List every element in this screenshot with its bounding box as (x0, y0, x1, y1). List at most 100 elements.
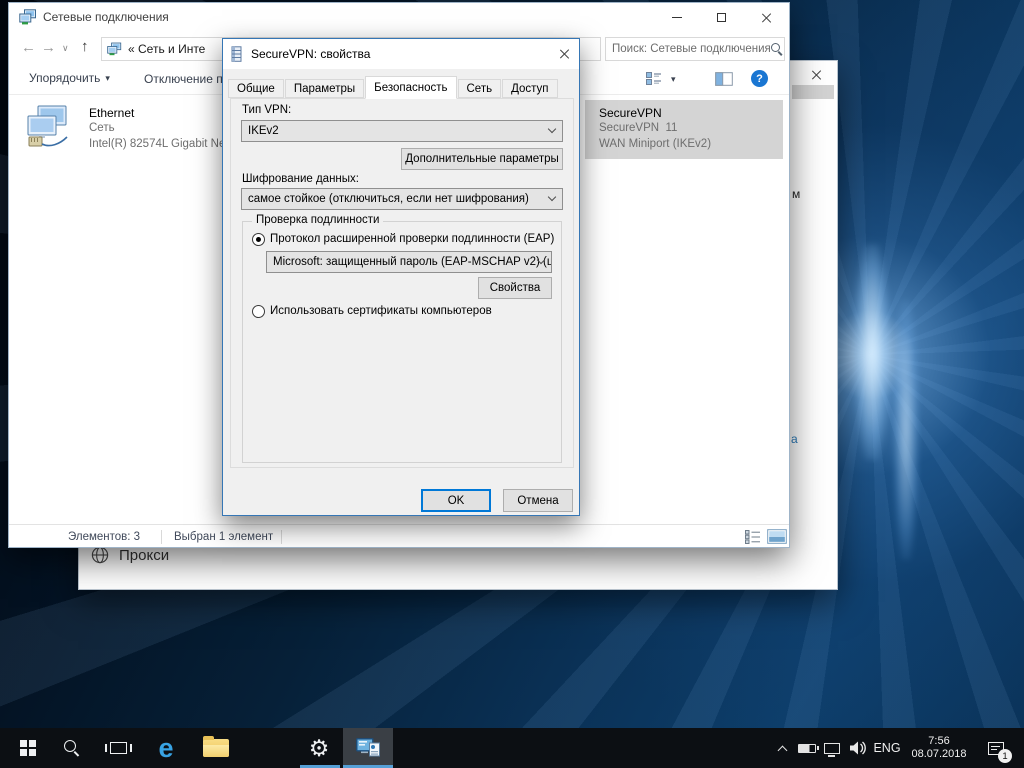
start-button[interactable] (8, 728, 48, 768)
folder-icon (203, 739, 229, 757)
chevron-down-icon (548, 125, 556, 133)
minimize-button[interactable] (654, 3, 699, 32)
globe-icon (91, 546, 109, 564)
wallpaper-beam (893, 300, 919, 560)
search-icon (771, 43, 778, 56)
wallpaper-beam (854, 244, 890, 460)
settings-text-fragment: м (792, 187, 800, 201)
clock-date: 08.07.2018 (911, 748, 966, 761)
settings-close-icon[interactable] (811, 69, 823, 81)
tab-general[interactable]: Общие (228, 79, 284, 98)
ethernet-icon (26, 104, 72, 148)
connection-name: Ethernet (89, 106, 134, 120)
details-view-button[interactable] (745, 530, 761, 544)
view-caret-icon[interactable]: ▾ (671, 74, 676, 85)
advanced-settings-button[interactable]: Дополнительные параметры (401, 148, 563, 170)
vpn-type-value: IKEv2 (248, 125, 279, 137)
network-connections-app-icon (356, 738, 381, 758)
securevpn-item[interactable]: SecureVPN SecureVPN 11 WAN Miniport (IKE… (585, 100, 783, 159)
window-title: Сетевые подключения (43, 10, 169, 24)
windows-logo-icon (20, 740, 36, 756)
dialog-close-icon[interactable] (559, 48, 571, 60)
cancel-button[interactable]: Отмена (503, 489, 573, 512)
desktop: м а Прокси (0, 0, 1024, 768)
eap-method-combobox[interactable]: Microsoft: защищенный пароль (EAP-MSCHAP… (266, 251, 552, 273)
preview-pane-button[interactable] (715, 72, 733, 86)
edge-button[interactable]: e (144, 728, 188, 768)
machine-certificates-label[interactable]: Использовать сертификаты компьютеров (270, 305, 492, 317)
status-bar: Элементов: 3 Выбран 1 элемент (9, 524, 789, 548)
network-icon (824, 743, 840, 754)
tray-network-button[interactable] (820, 728, 844, 768)
settings-app-button[interactable]: ⚙ (296, 728, 342, 768)
dialog-title: SecureVPN: свойства (251, 47, 370, 61)
change-view-button[interactable] (646, 72, 662, 85)
authentication-group-title: Проверка подлинности (252, 214, 383, 226)
chevron-down-icon (548, 193, 556, 201)
taskbar: e ⚙ (0, 728, 1024, 768)
maximize-icon (717, 13, 726, 22)
status-separator (161, 530, 162, 544)
tab-options[interactable]: Параметры (285, 79, 364, 98)
security-tab-page: Тип VPN: IKEv2 Дополнительные параметры … (230, 98, 574, 468)
connection-status: Сеть (89, 122, 115, 134)
eap-method-value: Microsoft: защищенный пароль (EAP-MSCHAP… (273, 256, 552, 268)
chevron-up-icon (777, 745, 787, 755)
speaker-icon (849, 740, 867, 756)
eap-radio-label[interactable]: Протокол расширенной проверки подлинност… (270, 233, 554, 245)
tray-clock-button[interactable]: 7:56 08.07.2018 (903, 728, 975, 768)
status-items-count: Элементов: 3 (68, 531, 140, 543)
network-connections-icon (19, 9, 37, 25)
thumbnails-view-button[interactable] (767, 529, 787, 544)
tray-language-button[interactable]: ENG (871, 728, 903, 768)
edge-icon: e (158, 735, 173, 762)
file-explorer-button[interactable] (192, 728, 240, 768)
connection-device: Intel(R) 82574L Gigabit Net (89, 138, 229, 150)
settings-fragment-bar (792, 85, 834, 99)
tray-expand-button[interactable] (772, 728, 792, 768)
status-separator (281, 530, 282, 544)
search-placeholder: Поиск: Сетевые подключения (612, 43, 771, 55)
back-button[interactable]: ← (21, 40, 36, 55)
organize-menu[interactable]: Упорядочить ▾ (29, 71, 110, 85)
authentication-group: Проверка подлинности Протокол расширенно… (242, 221, 562, 463)
clock-time: 7:56 (911, 735, 966, 748)
connection-device: WAN Miniport (IKEv2) (599, 138, 711, 150)
organize-caret-icon: ▾ (105, 73, 110, 84)
tab-networking[interactable]: Сеть (458, 79, 502, 98)
tray-volume-button[interactable] (845, 728, 871, 768)
close-button[interactable] (744, 3, 789, 32)
vpn-type-combobox[interactable]: IKEv2 (241, 120, 563, 142)
encryption-value: самое стойкое (отключиться, если нет шиф… (248, 193, 529, 205)
eap-radio[interactable] (252, 233, 265, 246)
tab-sharing[interactable]: Доступ (502, 79, 557, 98)
up-button[interactable]: ↑ (81, 39, 89, 54)
gear-icon: ⚙ (309, 737, 330, 760)
organize-label: Упорядочить (29, 71, 100, 85)
task-view-button[interactable] (96, 728, 140, 768)
vpn-type-label: Тип VPN: (242, 104, 291, 116)
tray-battery-button[interactable] (794, 728, 820, 768)
task-view-icon (110, 742, 127, 754)
eap-properties-button[interactable]: Свойства (478, 277, 552, 299)
settings-proxy-item[interactable]: Прокси (91, 546, 169, 564)
search-box[interactable]: Поиск: Сетевые подключения (605, 37, 785, 61)
dialog-tabs: Общие Параметры Безопасность Сеть Доступ (228, 75, 559, 98)
vpn-connection-icon (231, 46, 243, 62)
help-button[interactable]: ? (751, 70, 768, 87)
disconnect-command[interactable]: Отключение п (144, 72, 223, 86)
taskbar-search-button[interactable] (52, 728, 92, 768)
network-connections-app-button[interactable] (343, 728, 393, 768)
action-center-button[interactable]: 1 (978, 728, 1014, 768)
recent-locations-dropdown[interactable]: ∨ (62, 43, 69, 54)
netcon-titlebar: Сетевые подключения (9, 3, 789, 32)
breadcrumb: « Сеть и Инте (128, 42, 205, 56)
settings-link-fragment: а (791, 432, 798, 446)
encryption-combobox[interactable]: самое стойкое (отключиться, если нет шиф… (241, 188, 563, 210)
search-icon (64, 740, 80, 756)
tab-security[interactable]: Безопасность (365, 76, 456, 99)
machine-certificates-radio[interactable] (252, 305, 265, 318)
forward-button[interactable]: → (41, 40, 56, 55)
maximize-button[interactable] (699, 3, 744, 32)
ok-button[interactable]: OK (421, 489, 491, 512)
